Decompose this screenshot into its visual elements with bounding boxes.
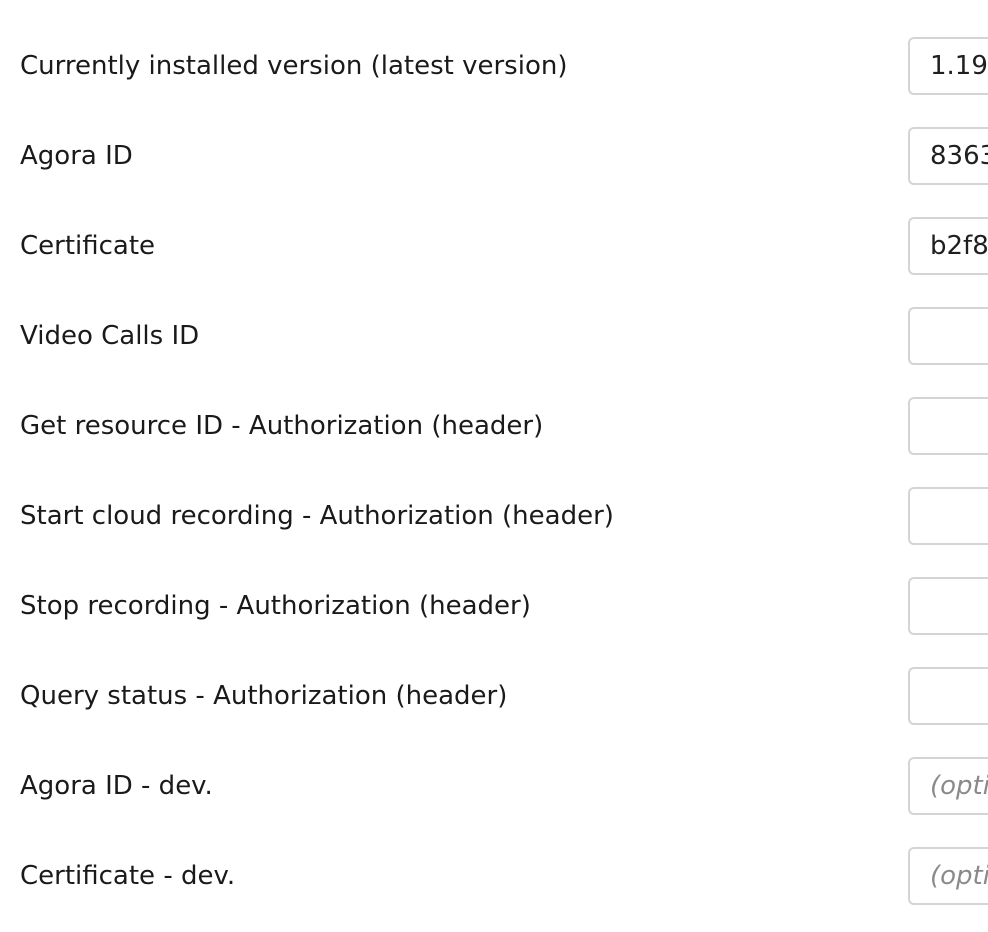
agora-id-field[interactable] [908,127,988,185]
setting-row-certificate-dev: Certificate - dev. [0,846,988,906]
query-status-auth-label: Query status - Authorization (header) [20,681,508,711]
installed-version-field[interactable] [908,37,988,95]
certificate-dev-field[interactable] [908,847,988,905]
setting-row-agora-id: Agora ID [0,126,988,186]
setting-row-installed-version: Currently installed version (latest vers… [0,36,988,96]
get-resource-auth-label: Get resource ID - Authorization (header) [20,411,544,441]
query-status-auth-field[interactable] [908,667,988,725]
agora-id-dev-label: Agora ID - dev. [20,771,213,801]
setting-row-certificate: Certificate [0,216,988,276]
certificate-field[interactable] [908,217,988,275]
installed-version-label: Currently installed version (latest vers… [20,51,568,81]
setting-row-video-calls-id: Video Calls ID [0,306,988,366]
start-recording-auth-label: Start cloud recording - Authorization (h… [20,501,614,531]
get-resource-auth-field[interactable] [908,397,988,455]
start-recording-auth-field[interactable] [908,487,988,545]
video-calls-id-field[interactable] [908,307,988,365]
settings-form: Currently installed version (latest vers… [0,0,988,932]
setting-row-query-status-auth: Query status - Authorization (header) [0,666,988,726]
certificate-label: Certificate [20,231,156,261]
stop-recording-auth-field[interactable] [908,577,988,635]
agora-id-dev-field[interactable] [908,757,988,815]
setting-row-agora-id-dev: Agora ID - dev. [0,756,988,816]
setting-row-start-recording-auth: Start cloud recording - Authorization (h… [0,486,988,546]
certificate-dev-label: Certificate - dev. [20,861,236,891]
setting-row-get-resource-auth: Get resource ID - Authorization (header) [0,396,988,456]
video-calls-id-label: Video Calls ID [20,321,200,351]
agora-id-label: Agora ID [20,141,133,171]
stop-recording-auth-label: Stop recording - Authorization (header) [20,591,531,621]
setting-row-stop-recording-auth: Stop recording - Authorization (header) [0,576,988,636]
